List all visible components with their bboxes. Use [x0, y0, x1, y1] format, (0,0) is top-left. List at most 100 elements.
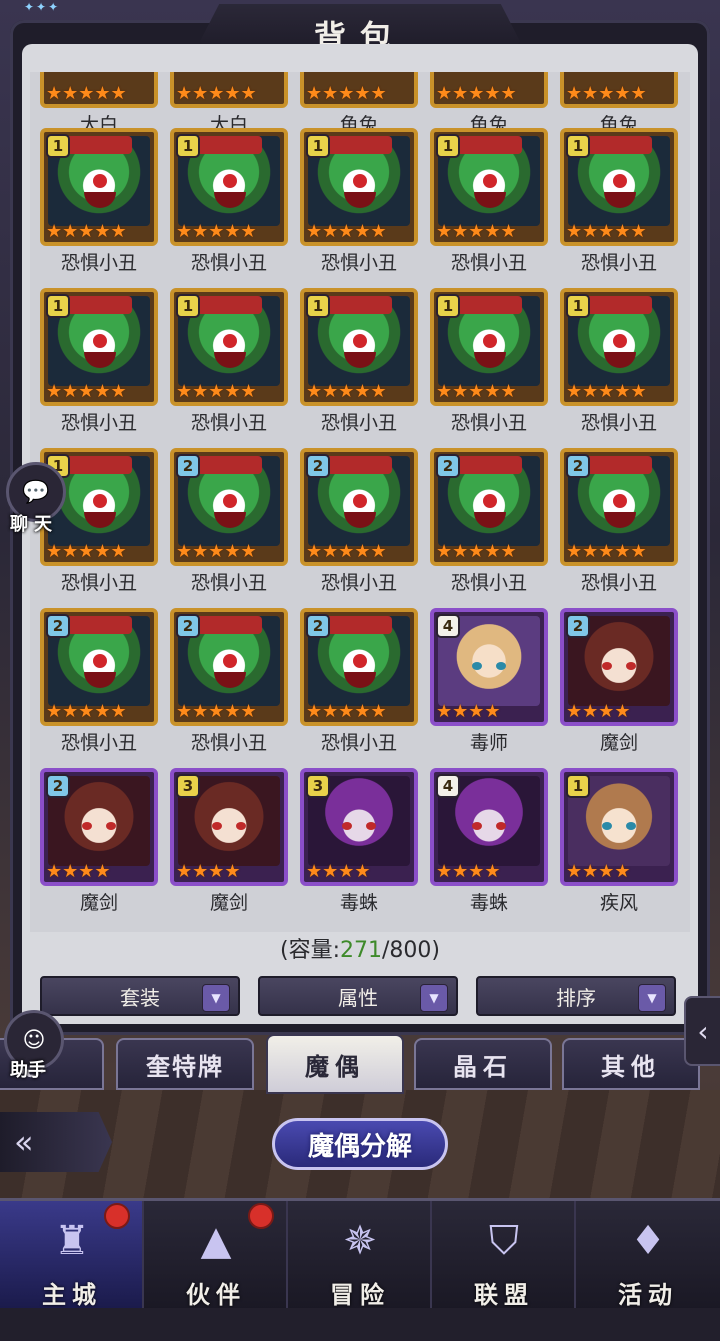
inventory-item[interactable]: 2 ★★★★★ 恐惧小丑: [300, 448, 418, 598]
back-button[interactable]: «: [0, 1112, 112, 1172]
inventory-item[interactable]: 1 ★★★★★ 恐惧小丑: [560, 288, 678, 438]
nav-adventure[interactable]: ✵ 冒险: [288, 1201, 432, 1311]
star-rating: ★★★★★: [306, 221, 387, 242]
star-rating: ★★★★★: [436, 541, 517, 562]
item-name: 恐惧小丑: [320, 412, 397, 434]
level-badge: 1: [566, 774, 590, 798]
inventory-item[interactable]: 2 ★★★★★ 恐惧小丑: [40, 608, 158, 758]
clown-nose: [353, 654, 367, 668]
inventory-item[interactable]: 2 ★★★★ 魔剑: [560, 608, 678, 758]
item-name: 恐惧小丑: [60, 732, 137, 754]
clown-hat: [62, 136, 132, 154]
level-badge: 2: [46, 774, 70, 798]
capacity-total: 800: [389, 938, 432, 963]
clown-nose: [223, 334, 237, 348]
clown-mouth: [474, 192, 506, 208]
item-name: 恐惧小丑: [190, 252, 267, 274]
nav-activity[interactable]: ♦ 活动: [576, 1201, 720, 1311]
tab-puppet[interactable]: 魔偶: [266, 1034, 404, 1094]
inventory-item[interactable]: 1 ★★★★★ 恐惧小丑: [430, 288, 548, 438]
level-badge: 2: [176, 614, 200, 638]
inventory-item[interactable]: 3 ★★★★ 毒蛛: [300, 768, 418, 918]
inventory-item[interactable]: 1 ★★★★★ 恐惧小丑: [300, 128, 418, 278]
nav-adventure-label: 冒险: [330, 1280, 390, 1309]
chat-bubble-icon: 💬: [22, 479, 50, 505]
clown-mouth: [604, 192, 636, 208]
item-card: 2 ★★★★★: [430, 448, 548, 566]
inventory-item[interactable]: 2 ★★★★ 魔剑: [40, 768, 158, 918]
clown-mouth: [344, 512, 376, 528]
star-rating: ★★★★★: [306, 83, 387, 104]
inventory-item[interactable]: 4 ★★★★ 毒师: [430, 608, 548, 758]
item-card: 2 ★★★★★: [300, 448, 418, 566]
star-rating: ★★★★: [566, 861, 631, 882]
clown-hat: [192, 456, 262, 474]
star-rating: ★★★★★: [176, 541, 257, 562]
notification-dot: [248, 1203, 274, 1229]
level-badge: 2: [566, 454, 590, 478]
star-rating: ★★★★★: [566, 541, 647, 562]
clown-nose: [483, 494, 497, 508]
inventory-item[interactable]: 1 ★★★★★ 恐惧小丑: [40, 288, 158, 438]
puppet-decompose-button[interactable]: 魔偶分解: [272, 1118, 448, 1170]
clown-nose: [483, 334, 497, 348]
item-card: 1 ★★★★: [560, 768, 678, 886]
clown-mouth: [604, 512, 636, 528]
clown-nose: [353, 494, 367, 508]
expand-side-panel-button[interactable]: ‹: [684, 996, 720, 1066]
item-name: 恐惧小丑: [580, 252, 657, 274]
item-card: 2 ★★★★★: [170, 608, 288, 726]
inventory-item[interactable]: 3 ★★★★ 魔剑: [170, 768, 288, 918]
star-rating: ★★★★: [436, 701, 501, 722]
portrait-eye: [366, 822, 376, 830]
item-name: 恐惧小丑: [60, 412, 137, 434]
inventory-scroll-area[interactable]: ★★★★★ 大白 ★★★★★ 大白 ★★★★★ 龟兔 ★★★★★ 龟兔 ★★★★★ 龟兔 1 ★★★★…: [30, 72, 690, 932]
puppet-decompose-label: 魔偶分解: [307, 1131, 412, 1162]
clown-mouth: [84, 352, 116, 368]
tab-other[interactable]: 其他: [562, 1038, 700, 1090]
inventory-item[interactable]: 2 ★★★★★ 恐惧小丑: [170, 448, 288, 598]
portrait-eye: [472, 822, 482, 830]
item-card: 1 ★★★★★: [560, 288, 678, 406]
clown-mouth: [214, 672, 246, 688]
dropdown-arrow-icon: ▼: [202, 984, 230, 1012]
tab-quitter-cards[interactable]: 奎特牌: [116, 1038, 254, 1090]
nav-alliance[interactable]: ⛉ 联盟: [432, 1201, 576, 1311]
portrait-eye: [626, 662, 636, 670]
inventory-item[interactable]: 1 ★★★★★ 恐惧小丑: [40, 128, 158, 278]
inventory-item[interactable]: 1 ★★★★★ 恐惧小丑: [430, 128, 548, 278]
inventory-item[interactable]: 4 ★★★★ 毒蛛: [430, 768, 548, 918]
witch-hat-icon: ▲: [200, 1218, 232, 1264]
inventory-item[interactable]: 1 ★★★★★ 恐惧小丑: [170, 128, 288, 278]
inventory-item[interactable]: 2 ★★★★★ 恐惧小丑: [300, 608, 418, 758]
item-name: 恐惧小丑: [320, 252, 397, 274]
tab-crystal[interactable]: 晶石: [414, 1038, 552, 1090]
level-badge: 2: [566, 614, 590, 638]
filter-set-button[interactable]: 套装 ▼: [40, 976, 240, 1016]
item-name: 魔剑: [79, 892, 118, 914]
level-badge: 1: [566, 294, 590, 318]
filter-attribute-button[interactable]: 属性 ▼: [258, 976, 458, 1016]
clown-hat: [322, 296, 392, 314]
clown-nose: [353, 334, 367, 348]
star-rating: ★★★★★: [46, 83, 127, 104]
inventory-item[interactable]: 1 ★★★★★ 恐惧小丑: [300, 288, 418, 438]
inventory-item[interactable]: 1 ★★★★★ 恐惧小丑: [560, 128, 678, 278]
inventory-item[interactable]: 2 ★★★★★ 恐惧小丑: [170, 608, 288, 758]
inventory-item[interactable]: 1 ★★★★ 疾风: [560, 768, 678, 918]
item-name: 恐惧小丑: [60, 572, 137, 594]
clown-mouth: [214, 192, 246, 208]
tab-quitter-cards-label: 奎特牌: [146, 1051, 224, 1081]
portrait-eye: [342, 822, 352, 830]
bottom-strip: [0, 1308, 720, 1341]
item-card: 1 ★★★★★: [430, 288, 548, 406]
filter-sort-button[interactable]: 排序 ▼: [476, 976, 676, 1016]
clown-hat: [192, 136, 262, 154]
item-card: 1 ★★★★★: [560, 128, 678, 246]
inventory-item[interactable]: 2 ★★★★★ 恐惧小丑: [560, 448, 678, 598]
clown-mouth: [344, 672, 376, 688]
star-rating: ★★★★★: [176, 83, 257, 104]
clown-mouth: [214, 352, 246, 368]
inventory-item[interactable]: 1 ★★★★★ 恐惧小丑: [170, 288, 288, 438]
inventory-item[interactable]: 2 ★★★★★ 恐惧小丑: [430, 448, 548, 598]
